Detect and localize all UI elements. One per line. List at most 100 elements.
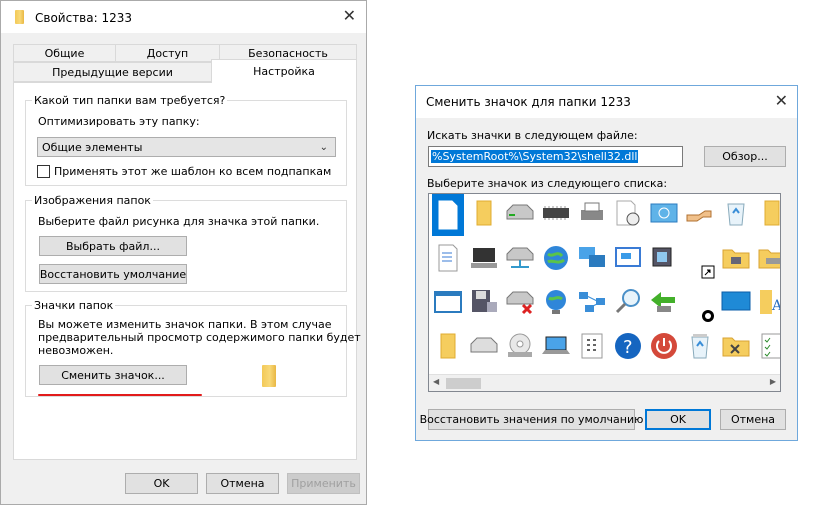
shortcut-arrow-icon[interactable] bbox=[700, 264, 716, 280]
hard-drive-icon[interactable] bbox=[468, 330, 500, 362]
chevron-down-icon: ⌄ bbox=[319, 142, 328, 153]
tab-label: Безопасность bbox=[248, 46, 328, 60]
red-underline-change-icon bbox=[38, 394, 202, 396]
globe-network-icon[interactable] bbox=[540, 286, 572, 318]
button-label: Восстановить значения по умолчанию bbox=[419, 413, 644, 426]
folder-text-icon[interactable]: A bbox=[756, 286, 780, 318]
close-icon[interactable]: ✕ bbox=[775, 93, 788, 109]
button-label: Отмена bbox=[730, 413, 776, 426]
scroll-left-icon[interactable]: ◀ bbox=[433, 377, 439, 386]
button-label: Обзор... bbox=[722, 150, 768, 163]
optimize-select[interactable]: Общие элементы ⌄ bbox=[37, 137, 336, 157]
cd-drive-icon[interactable] bbox=[504, 330, 536, 362]
network-diagram-icon[interactable] bbox=[576, 286, 608, 318]
restore-default-button[interactable]: Восстановить умолчание bbox=[39, 264, 187, 284]
green-arrow-icon[interactable] bbox=[648, 286, 680, 318]
globe-icon[interactable] bbox=[540, 242, 572, 274]
button-label: OK bbox=[153, 477, 170, 490]
hand-share-icon[interactable] bbox=[684, 197, 716, 229]
network-window-icon[interactable] bbox=[648, 197, 680, 229]
button-label: Отмена bbox=[220, 477, 265, 490]
printer-icon[interactable] bbox=[576, 197, 608, 229]
text-document-icon[interactable] bbox=[432, 242, 464, 274]
browse-button[interactable]: Обзор... bbox=[704, 146, 786, 167]
tab-general[interactable]: Общие bbox=[13, 44, 116, 62]
scroll-right-icon[interactable]: ▶ bbox=[770, 377, 776, 386]
presentation-icon[interactable] bbox=[612, 242, 644, 274]
blocked-icon[interactable] bbox=[700, 308, 716, 324]
button-label: OK bbox=[670, 413, 686, 426]
dialog-title: Сменить значок для папки 1233 bbox=[426, 95, 631, 109]
folder-tools-icon[interactable] bbox=[720, 330, 752, 362]
grid-document-icon[interactable] bbox=[576, 330, 608, 362]
change-icon-button[interactable]: Сменить значок... bbox=[39, 365, 187, 385]
button-label: Восстановить умолчание bbox=[39, 267, 187, 281]
monitor-icon[interactable] bbox=[720, 286, 752, 318]
network-drive-icon[interactable] bbox=[504, 242, 536, 274]
folder-preview-icon bbox=[262, 365, 276, 387]
disconnected-drive-icon[interactable] bbox=[504, 286, 536, 318]
folder-type-question: Какой тип папки вам требуется? bbox=[32, 94, 228, 107]
folder-icon[interactable] bbox=[432, 330, 464, 362]
svg-text:?: ? bbox=[623, 337, 633, 358]
cancel-button[interactable]: Отмена bbox=[206, 473, 279, 494]
floppy-save-icon[interactable] bbox=[468, 286, 500, 318]
apply-button[interactable]: Применить bbox=[287, 473, 360, 494]
folder-network-icon[interactable] bbox=[720, 242, 752, 274]
computer-icon[interactable] bbox=[468, 242, 500, 274]
button-label: Применить bbox=[291, 477, 356, 490]
restore-defaults-button[interactable]: Восстановить значения по умолчанию bbox=[420, 409, 643, 430]
scrollbar-thumb[interactable] bbox=[446, 378, 481, 389]
folder-type-group: Какой тип папки вам требуется? Оптимизир… bbox=[25, 94, 347, 186]
folder-pictures-group: Изображения папок Выберите файл рисунка … bbox=[25, 194, 347, 292]
folder-icon[interactable] bbox=[756, 197, 780, 229]
ok-button[interactable]: OK bbox=[125, 473, 198, 494]
power-icon[interactable] bbox=[648, 330, 680, 362]
tab-label: Настройка bbox=[253, 65, 315, 78]
icon-file-input[interactable]: %SystemRoot%\System32\shell32.dll bbox=[428, 146, 683, 167]
tab-customize[interactable]: Настройка bbox=[211, 59, 357, 83]
dialog-cancel-button[interactable]: Отмена bbox=[720, 409, 786, 430]
folder-icons-desc-line2: предварительный просмотр содержимого пап… bbox=[38, 331, 361, 344]
drive-folder-icon[interactable] bbox=[756, 242, 780, 274]
icon-grid: A? bbox=[429, 194, 780, 374]
disk-drive-icon[interactable] bbox=[504, 197, 536, 229]
folder-icon bbox=[15, 10, 24, 24]
document-icon[interactable] bbox=[432, 194, 464, 236]
button-label: Выбрать файл... bbox=[66, 239, 160, 253]
horizontal-scrollbar[interactable]: ◀ ▶ bbox=[429, 374, 780, 391]
dialog-ok-button[interactable]: OK bbox=[645, 409, 711, 430]
folder-icons-desc-line1: Вы можете изменить значок папки. В этом … bbox=[38, 318, 332, 331]
folder-pictures-label: Изображения папок bbox=[32, 194, 153, 207]
magnifier-icon[interactable] bbox=[612, 286, 644, 318]
laptop-icon[interactable] bbox=[540, 330, 572, 362]
folder-icons-group: Значки папок Вы можете изменить значок п… bbox=[25, 299, 361, 397]
button-label: Сменить значок... bbox=[61, 368, 165, 382]
choose-file-button[interactable]: Выбрать файл... bbox=[39, 236, 187, 256]
folder-icons-label: Значки папок bbox=[32, 299, 116, 312]
properties-titlebar: Свойства: 1233 ✕ bbox=[1, 1, 366, 33]
icon-file-path: %SystemRoot%\System32\shell32.dll bbox=[431, 150, 639, 163]
recycle-bin-full-icon[interactable] bbox=[684, 330, 716, 362]
close-icon[interactable]: ✕ bbox=[343, 8, 356, 24]
tab-sharing[interactable]: Доступ bbox=[115, 44, 220, 62]
memory-chip-icon[interactable] bbox=[540, 197, 572, 229]
dialog-titlebar: Сменить значок для папки 1233 ✕ bbox=[416, 86, 797, 118]
tab-previous-versions[interactable]: Предыдущие версии bbox=[13, 62, 212, 82]
apply-template-checkbox[interactable] bbox=[37, 165, 50, 178]
checklist-icon[interactable] bbox=[756, 330, 780, 362]
optimize-label: Оптимизировать эту папку: bbox=[38, 115, 200, 128]
recycle-bin-icon[interactable] bbox=[720, 197, 752, 229]
clock-document-icon[interactable] bbox=[612, 197, 644, 229]
network-computers-icon[interactable] bbox=[576, 242, 608, 274]
choose-icon-label: Выберите значок из следующего списка: bbox=[427, 177, 668, 190]
icon-list[interactable]: A? ◀ ▶ bbox=[428, 193, 781, 392]
help-icon[interactable]: ? bbox=[612, 330, 644, 362]
search-label: Искать значки в следующем файле: bbox=[427, 129, 638, 142]
change-icon-dialog: Сменить значок для папки 1233 ✕ Искать з… bbox=[415, 85, 798, 441]
tab-label: Предыдущие версии bbox=[52, 65, 173, 79]
window-icon[interactable] bbox=[432, 286, 464, 318]
apply-template-label: Применять этот же шаблон ко всем подпапк… bbox=[54, 165, 332, 178]
run-program-icon[interactable] bbox=[648, 242, 680, 274]
folder-icon[interactable] bbox=[468, 197, 500, 229]
